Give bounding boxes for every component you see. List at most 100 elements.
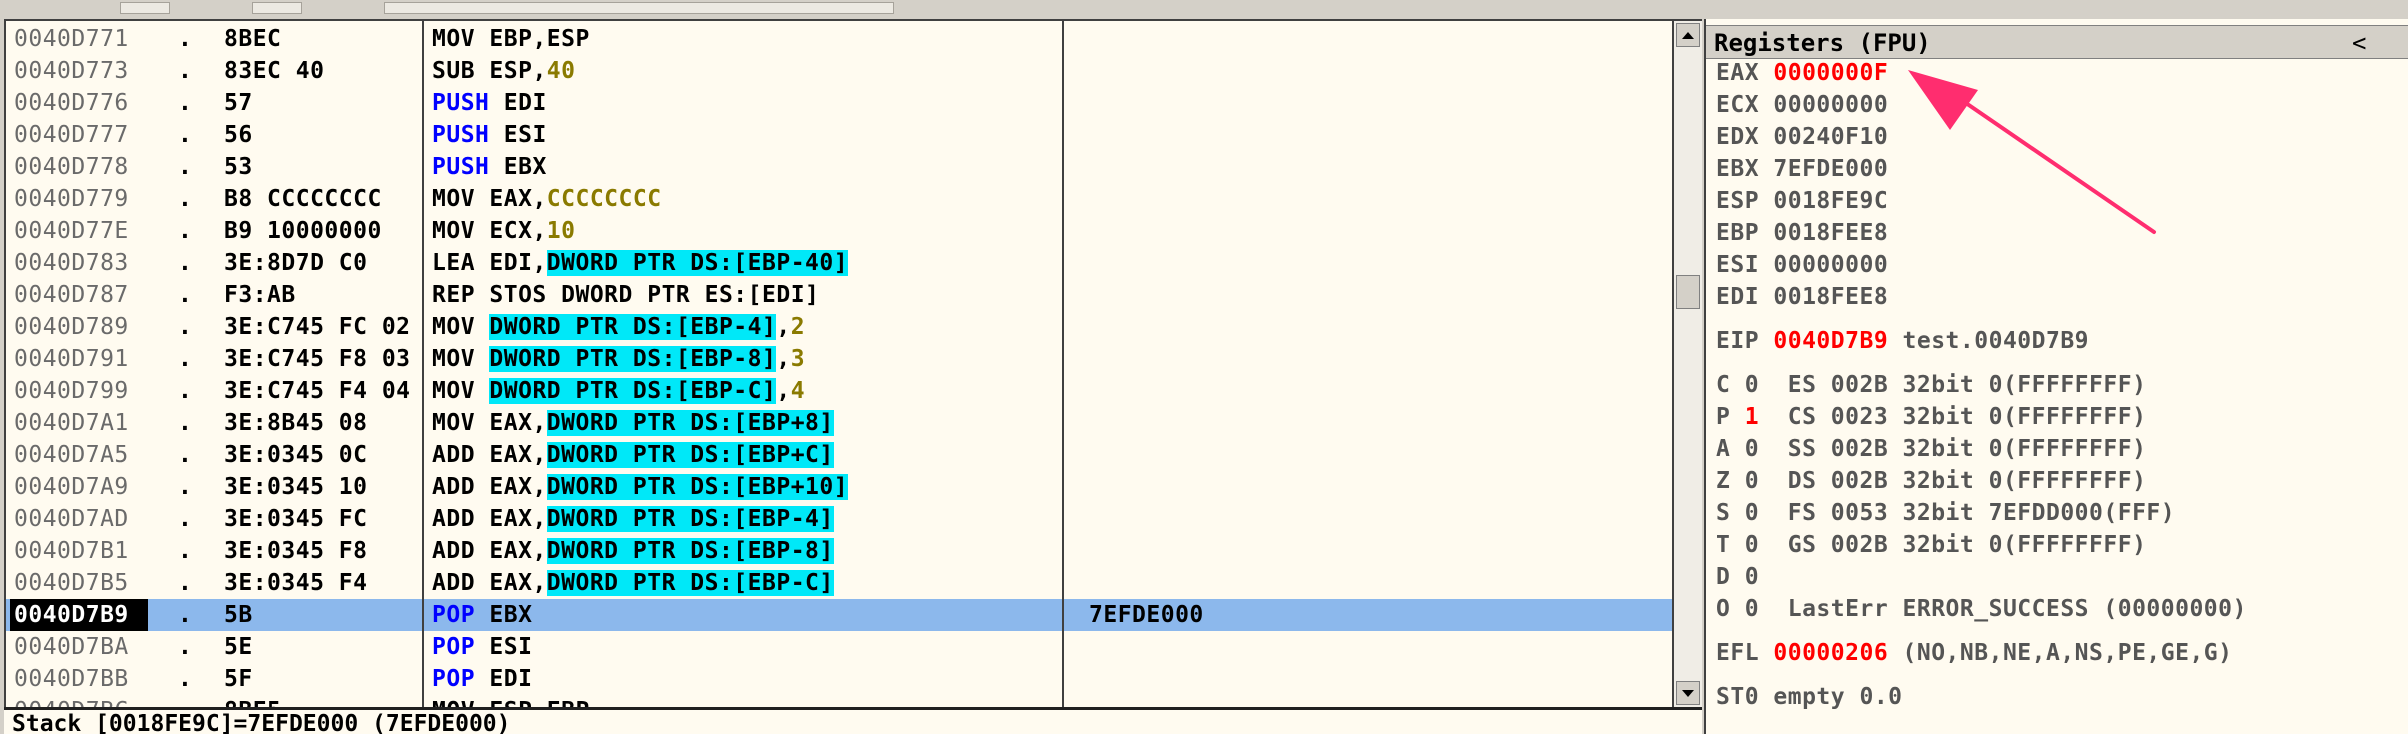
disasm-row[interactable]: 0040D7B5. 3E:0345 F4 ADD EAX,DWORD PTR DS:… [6, 567, 1672, 599]
register-line[interactable]: D 0 [1716, 561, 1759, 593]
register-text: EDX 00240F10 [1716, 124, 1889, 150]
register-value-changed: 0000000F [1773, 60, 1889, 86]
collapse-registers-button[interactable]: < [2352, 26, 2366, 60]
disasm-hex-dump: 3E:8D7D C0 [224, 250, 368, 276]
disasm-address: 0040D787 [14, 282, 129, 308]
scroll-up-button[interactable] [1676, 23, 1700, 47]
disasm-row[interactable]: 0040D7BC. 8BE5 MOV ESP,EBP [6, 695, 1672, 707]
disasm-mnemonic: ADD [432, 538, 476, 564]
register-line[interactable]: EDI 0018FEE8 [1716, 281, 1888, 313]
disasm-instruction: MOV DWORD PTR DS:[EBP-C],4 [432, 375, 805, 407]
disasm-operand: 40 [546, 58, 576, 84]
disasm-instruction: MOV ECX,10 [432, 215, 576, 247]
register-text: EFL [1716, 640, 1774, 666]
register-text: test.0040D7B9 [1888, 328, 2090, 354]
register-line[interactable]: ESP 0018FE9C [1716, 185, 1888, 217]
register-value-changed: 00000206 [1773, 640, 1889, 666]
disasm-instruction: POP ESI [432, 631, 532, 663]
disasm-row[interactable]: 0040D7A1. 3E:8B45 08 MOV EAX,DWORD PTR DS:… [6, 407, 1672, 439]
disasm-operand: EAX, [489, 442, 547, 468]
register-line[interactable]: Z 0 DS 002B 32bit 0(FFFFFFFF) [1716, 465, 2146, 497]
disasm-row[interactable]: 0040D7BA. 5E POP ESI [6, 631, 1672, 663]
disasm-operand: DWORD PTR ES:[EDI] [561, 282, 820, 308]
register-line[interactable]: O 0 LastErr ERROR_SUCCESS (00000000) [1716, 593, 2247, 625]
disasm-row[interactable]: 0040D7A5. 3E:0345 0C ADD EAX,DWORD PTR DS:… [6, 439, 1672, 471]
disasm-marker: . [178, 442, 193, 468]
disasm-row[interactable]: 0040D7B1. 3E:0345 F8 ADD EAX,DWORD PTR DS:… [6, 535, 1672, 567]
register-line[interactable]: EDX 00240F10 [1716, 121, 1888, 153]
disasm-row[interactable]: 0040D776. 57 PUSH EDI [6, 87, 1672, 119]
disasm-row[interactable]: 0040D7BB. 5F POP EDI [6, 663, 1672, 695]
disasm-instruction: MOV DWORD PTR DS:[EBP-8],3 [432, 343, 805, 375]
disasm-instruction: MOV EAX,CCCCCCCC [432, 183, 662, 215]
scroll-thumb[interactable] [1676, 275, 1700, 309]
register-line[interactable]: EIP 0040D7B9 test.0040D7B9 [1716, 325, 2089, 357]
register-line[interactable]: ECX 00000000 [1716, 89, 1888, 121]
disasm-mnemonic: PUSH [432, 90, 490, 116]
registers-header[interactable]: Registers (FPU) < [1706, 25, 2408, 59]
scroll-down-button[interactable] [1676, 681, 1700, 705]
disasm-row[interactable]: 0040D7A9. 3E:0345 10 ADD EAX,DWORD PTR DS:… [6, 471, 1672, 503]
disasm-hex-dump: 57 [224, 90, 253, 116]
toolbar-segment [252, 2, 302, 14]
disasm-hex-dump: 8BE5 [224, 695, 424, 707]
register-line[interactable]: T 0 GS 002B 32bit 0(FFFFFFFF) [1716, 529, 2146, 561]
disasm-address: 0040D783 [14, 250, 129, 276]
disasm-hex-dump: 3E:0345 FC [224, 506, 368, 532]
register-line[interactable]: C 0 ES 002B 32bit 0(FFFFFFFF) [1716, 369, 2146, 401]
register-text: D 0 [1716, 564, 1760, 590]
disasm-instruction: MOV DWORD PTR DS:[EBP-4],2 [432, 311, 805, 343]
register-line[interactable]: EFL 00000206 (NO,NB,NE,A,NS,PE,GE,G) [1716, 637, 2233, 669]
disasm-marker: . [178, 570, 193, 596]
disasm-row[interactable]: 0040D77E. B9 10000000 MOV ECX,10 [6, 215, 1672, 247]
disasm-mnemonic: ADD [432, 442, 476, 468]
disasm-hex-dump: 53 [224, 154, 253, 180]
column-divider [422, 21, 424, 707]
disasm-row-selected[interactable]: 0040D7B9. 5B POP EBX 7EFDE000 [6, 599, 1672, 631]
disasm-row[interactable]: 0040D799. 3E:C745 F4 04 MOV DWORD PTR DS:[… [6, 375, 1672, 407]
disasm-mnemonic: SUB [432, 58, 476, 84]
disasm-row[interactable]: 0040D789. 3E:C745 FC 02 MOV DWORD PTR DS:[… [6, 311, 1672, 343]
disasm-row[interactable]: 0040D791. 3E:C745 F8 03 MOV DWORD PTR DS:[… [6, 343, 1672, 375]
register-text: P [1716, 404, 1745, 430]
disasm-row[interactable]: 0040D778. 53 PUSH EBX [6, 151, 1672, 183]
register-line[interactable]: S 0 FS 0053 32bit 7EFDD000(FFF) [1716, 497, 2175, 529]
register-text: CS 0023 32bit 0(FFFFFFFF) [1759, 404, 2147, 430]
disasm-row[interactable]: 0040D779. B8 CCCCCCCC MOV EAX,CCCCCCCC [6, 183, 1672, 215]
register-line[interactable]: ST0 empty 0.0 [1716, 681, 1903, 713]
register-line[interactable]: ESI 00000000 [1716, 249, 1888, 281]
disasm-address: 0040D789 [14, 314, 129, 340]
disasm-address: 0040D7A9 [14, 474, 129, 500]
disasm-row[interactable]: 0040D771. 8BEC MOV EBP,ESP [6, 23, 1672, 55]
register-line[interactable]: P 1 CS 0023 32bit 0(FFFFFFFF) [1716, 401, 2146, 433]
register-line[interactable]: EBX 7EFDE000 [1716, 153, 1888, 185]
disasm-operand: CCCCCCCC [546, 186, 662, 212]
disasm-row[interactable]: 0040D787. F3:AB REP STOS DWORD PTR ES:[EDI… [6, 279, 1672, 311]
annotation-arrow-icon [1908, 70, 2156, 234]
register-line[interactable]: EBP 0018FEE8 [1716, 217, 1888, 249]
disasm-instruction: ADD EAX,DWORD PTR DS:[EBP-8] [432, 535, 834, 567]
arrow-down-icon [1682, 690, 1694, 697]
register-line[interactable]: EAX 0000000F [1716, 57, 1888, 89]
disassembly-list[interactable]: 0040D771. 8BEC MOV EBP,ESP 0040D773. 83EC 40… [6, 21, 1672, 707]
disasm-operand: EAX, [489, 410, 547, 436]
register-value-changed: 0040D7B9 [1773, 328, 1889, 354]
disasm-row[interactable]: 0040D783. 3E:8D7D C0 LEA EDI,DWORD PTR DS:… [6, 247, 1672, 279]
disasm-address: 0040D776 [14, 90, 129, 116]
disasm-hex-dump: B9 10000000 [224, 218, 382, 244]
disasm-address: 0040D773 [14, 58, 129, 84]
disasm-operand: 4 [790, 378, 806, 404]
disasm-row[interactable]: 0040D773. 83EC 40 SUB ESP,40 [6, 55, 1672, 87]
disasm-row[interactable]: 0040D777. 56 PUSH ESI [6, 119, 1672, 151]
toolbar-segment [120, 2, 170, 14]
disasm-mnemonic: LEA [432, 250, 476, 276]
disasm-marker: . [178, 282, 193, 308]
disasm-hex-dump: 3E:C745 FC 02 [224, 314, 411, 340]
disasm-marker: . [178, 154, 193, 180]
disassembly-scrollbar[interactable] [1672, 21, 1702, 707]
register-line[interactable]: A 0 SS 002B 32bit 0(FFFFFFFF) [1716, 433, 2146, 465]
disasm-hex-dump: 3E:0345 10 [224, 474, 368, 500]
disasm-marker: . [178, 186, 193, 212]
disasm-row[interactable]: 0040D7AD. 3E:0345 FC ADD EAX,DWORD PTR DS:… [6, 503, 1672, 535]
register-text: EIP [1716, 328, 1774, 354]
